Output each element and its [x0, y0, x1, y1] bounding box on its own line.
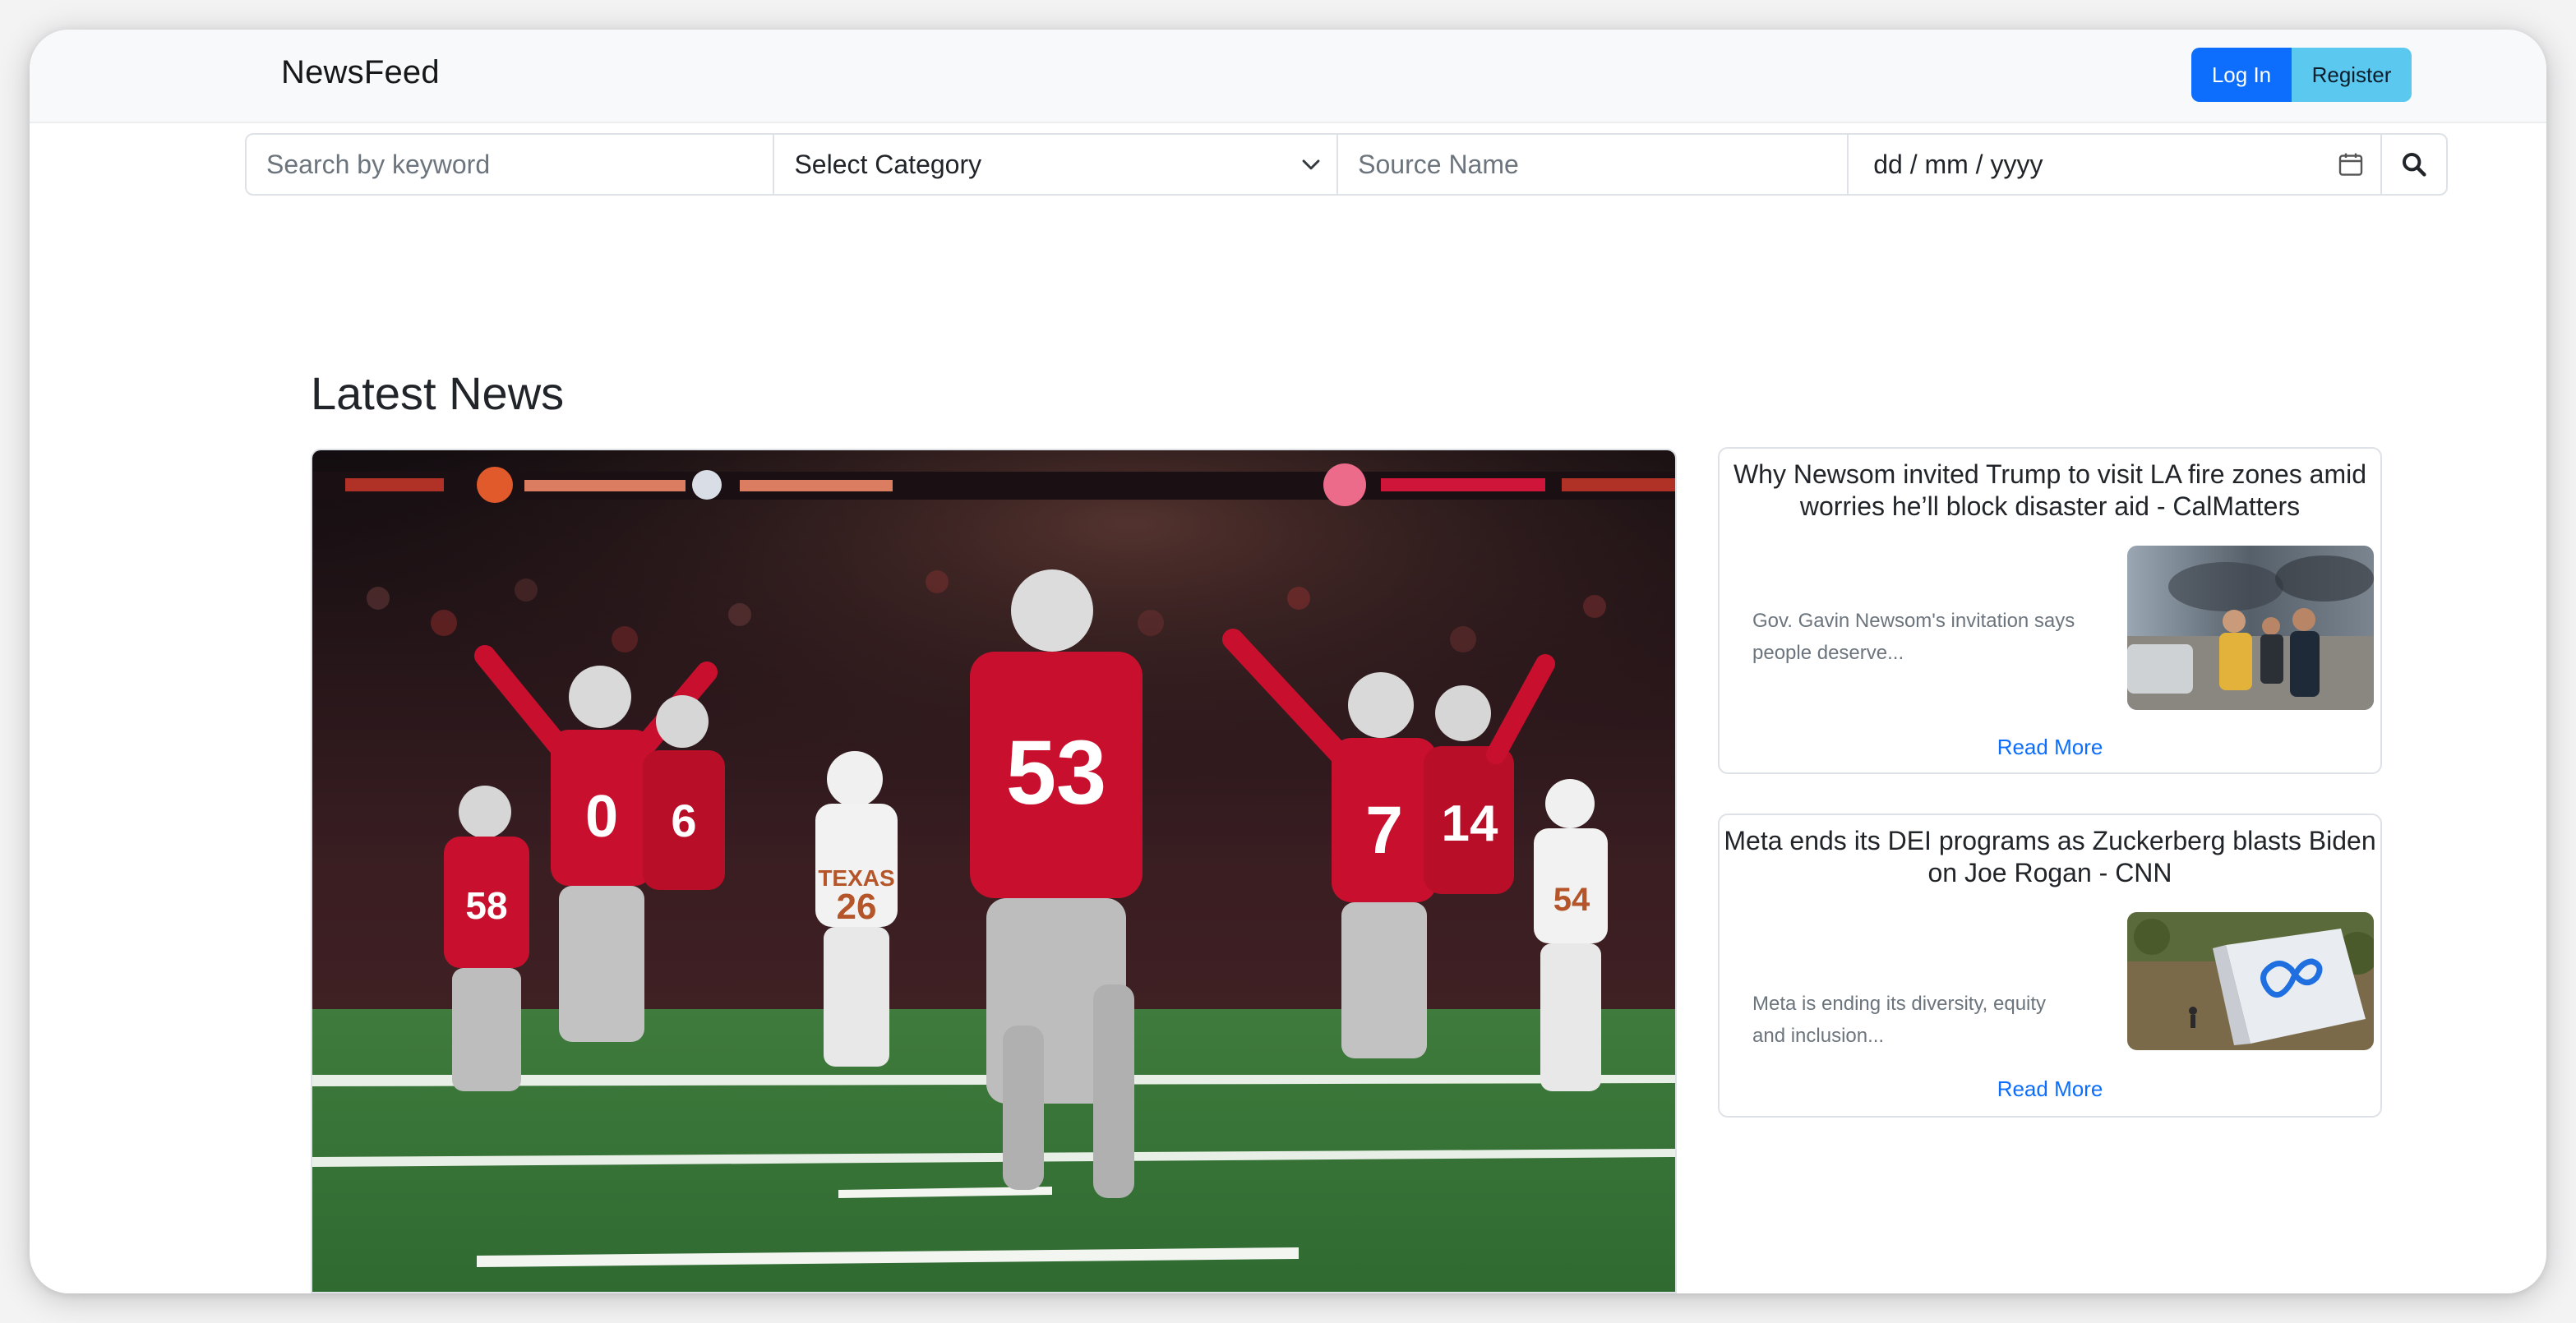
date-input[interactable]: dd / mm / yyyy	[1849, 133, 2383, 196]
source-name-input[interactable]: Source Name	[1338, 133, 1849, 196]
auth-button-group: Log In Register	[2191, 48, 2412, 102]
card-title[interactable]: Meta ends its DEI programs as Zuckerberg…	[1720, 825, 2380, 889]
chevron-down-icon	[1300, 154, 1322, 175]
card-title[interactable]: Why Newsom invited Trump to visit LA fir…	[1720, 459, 2380, 523]
navbar: NewsFeed Log In Register	[30, 30, 2546, 123]
search-button[interactable]	[2382, 133, 2448, 196]
login-button[interactable]: Log In	[2191, 48, 2292, 102]
featured-article-image[interactable]: TEXAS 26 54 58 0 6 53 7 14	[311, 449, 1677, 1293]
latest-news-heading: Latest News	[311, 367, 565, 419]
card-description: Meta is ending its diversity, equity and…	[1752, 993, 2047, 1047]
jersey-number: 26	[837, 887, 877, 927]
category-select[interactable]: Select Category	[774, 133, 1339, 196]
category-select-value: Select Category	[794, 149, 982, 179]
jersey-number: 0	[585, 784, 618, 850]
jersey-number: 14	[1442, 795, 1498, 852]
read-more-link[interactable]: Read More	[1720, 1076, 2380, 1102]
keyword-input[interactable]: Search by keyword	[245, 133, 775, 196]
calendar-icon[interactable]	[2338, 151, 2364, 177]
card-thumbnail[interactable]	[2127, 546, 2374, 710]
card-description: Gov. Gavin Newsom's invitation says peop…	[1752, 610, 2075, 664]
brand-logo[interactable]: NewsFeed	[281, 54, 440, 91]
search-bar: Search by keyword Select Category Source…	[245, 133, 2448, 196]
date-input-placeholder: dd / mm / yyyy	[1873, 149, 2043, 179]
jersey-number: 53	[1006, 722, 1106, 823]
register-button[interactable]: Register	[2292, 48, 2412, 102]
news-card: Meta ends its DEI programs as Zuckerberg…	[1718, 814, 2382, 1118]
card-thumbnail[interactable]	[2127, 912, 2374, 1050]
news-card: Why Newsom invited Trump to visit LA fir…	[1718, 447, 2382, 774]
jersey-number: 54	[1553, 882, 1590, 918]
read-more-link[interactable]: Read More	[1720, 735, 2380, 760]
search-icon	[2401, 151, 2427, 177]
browser-window: NewsFeed Log In Register Search by keywo…	[30, 30, 2546, 1293]
jersey-number: 7	[1365, 793, 1403, 868]
jersey-number: 58	[465, 884, 507, 927]
jersey-number: 6	[671, 795, 696, 846]
